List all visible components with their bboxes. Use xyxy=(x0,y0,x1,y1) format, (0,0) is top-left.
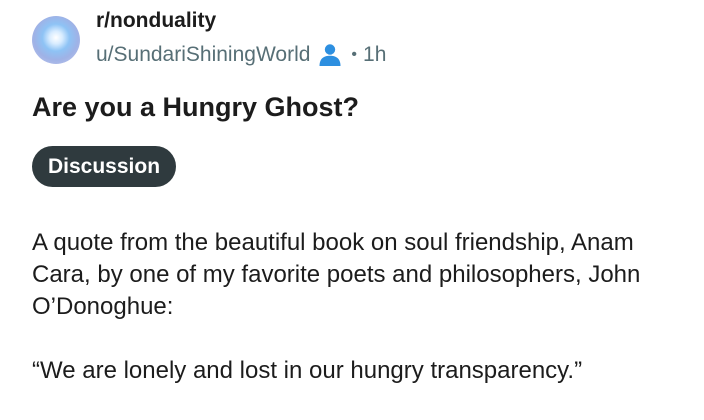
post: r/nonduality u/SundariShiningWorld • 1h … xyxy=(0,0,704,420)
username-link[interactable]: u/SundariShiningWorld xyxy=(96,43,310,67)
meta-separator: • xyxy=(351,46,358,63)
body-paragraph: A quote from the beautiful book on soul … xyxy=(32,229,641,320)
post-body: A quote from the beautiful book on soul … xyxy=(32,227,682,387)
body-paragraph: “We are lonely and lost in our hungry tr… xyxy=(32,357,583,384)
post-meta: u/SundariShiningWorld • 1h xyxy=(96,42,386,68)
subreddit-avatar[interactable] xyxy=(32,16,80,64)
post-time: 1h xyxy=(363,43,387,66)
post-title[interactable]: Are you a Hungry Ghost? xyxy=(32,92,359,123)
user-icon xyxy=(317,42,343,68)
subreddit-link[interactable]: r/nonduality xyxy=(96,9,216,33)
flair-badge[interactable]: Discussion xyxy=(32,146,177,187)
